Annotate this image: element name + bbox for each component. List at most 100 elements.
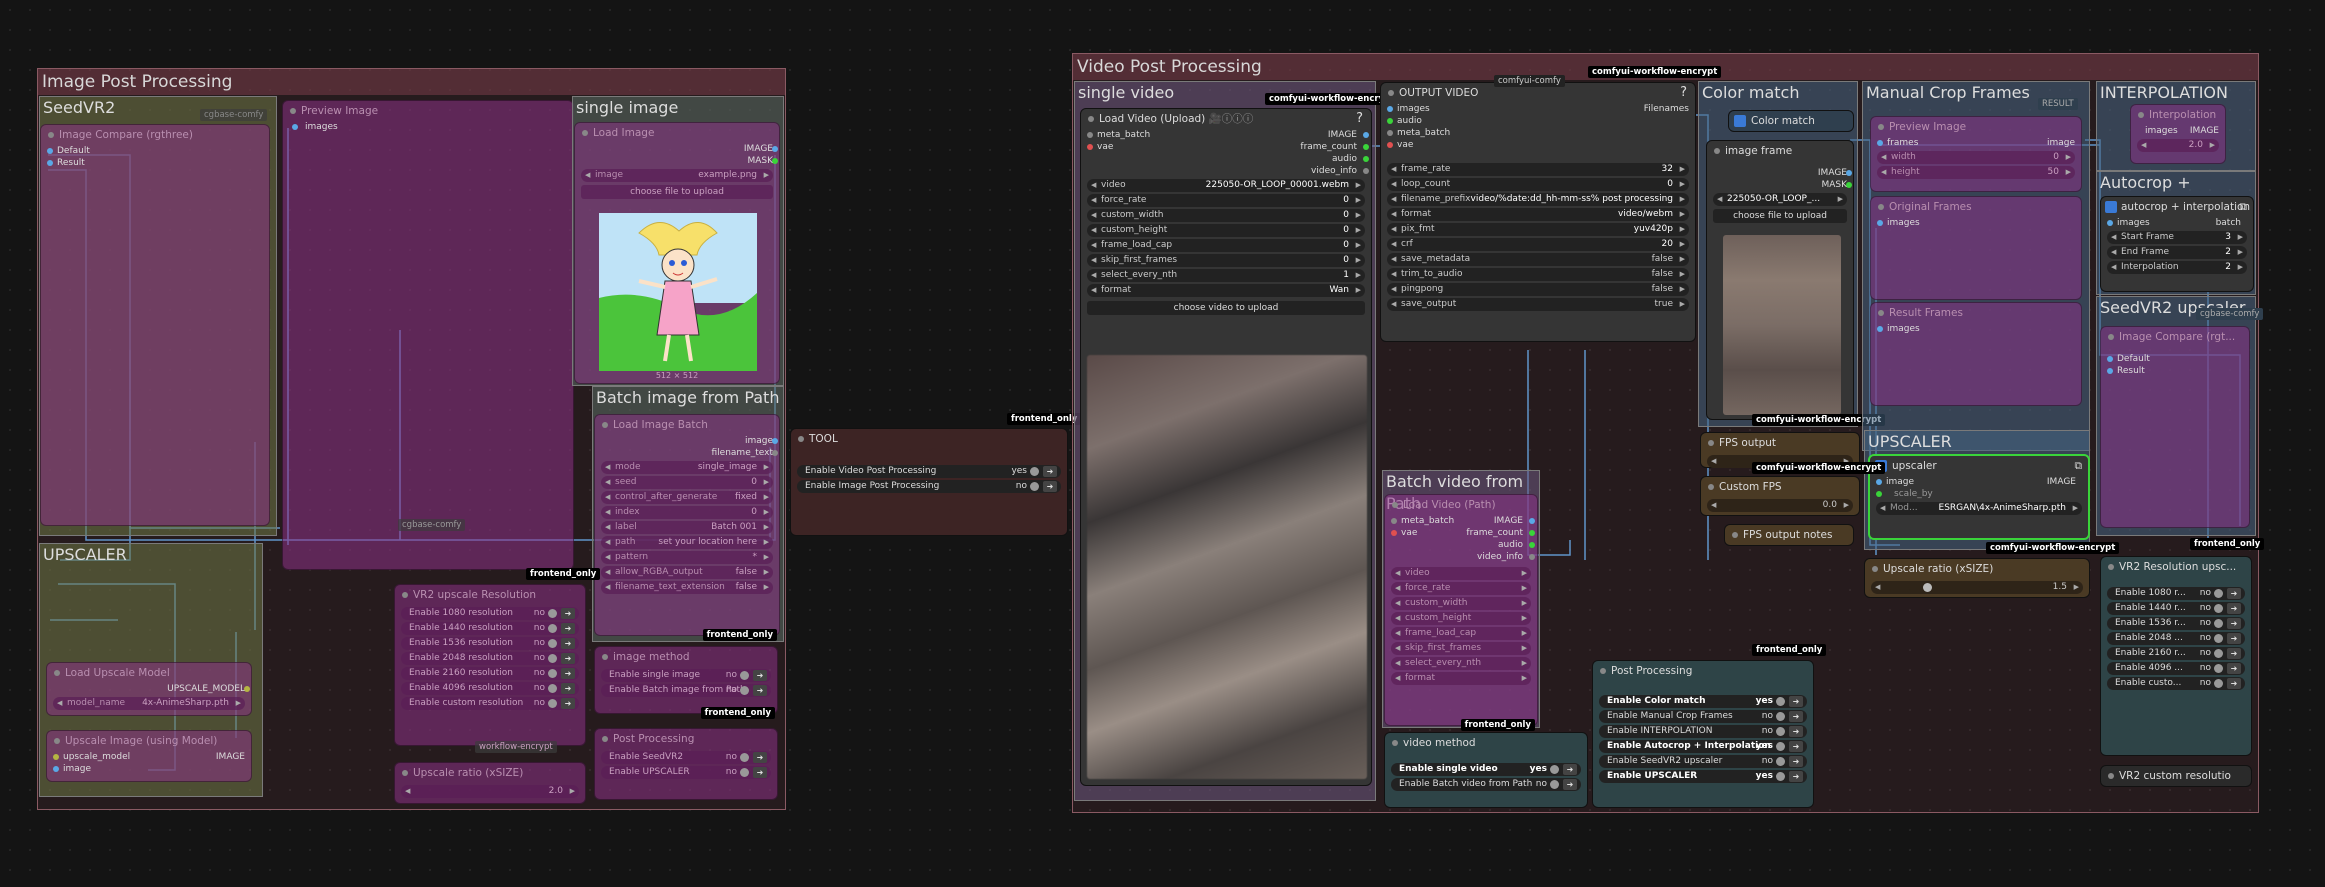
widget-row[interactable]: filename_text_extension false bbox=[601, 581, 773, 594]
port-dot[interactable] bbox=[292, 124, 298, 130]
slider-knob[interactable] bbox=[1923, 583, 1932, 592]
arrow-right-icon[interactable]: ➜ bbox=[753, 685, 767, 696]
port-row[interactable]: video_info bbox=[1466, 551, 1535, 563]
arrow-right-icon[interactable]: ➜ bbox=[561, 698, 575, 709]
port-dot[interactable] bbox=[1087, 132, 1093, 138]
output-filenames[interactable]: Filenames bbox=[1644, 103, 1689, 115]
widget-row[interactable]: force_rate bbox=[1391, 582, 1531, 595]
toggle-knob[interactable] bbox=[2214, 634, 2223, 643]
arrow-right-icon[interactable]: ➜ bbox=[1789, 696, 1803, 707]
port-dot[interactable] bbox=[1529, 518, 1535, 524]
toggle-row[interactable]: Enable Batch image from Path no ➜ bbox=[601, 684, 771, 697]
arrow-right-icon[interactable]: ➜ bbox=[1789, 756, 1803, 767]
input-result[interactable]: Result bbox=[2107, 365, 2243, 377]
node-image-frame[interactable]: image frame IMAGE MASK 225050-OR_LOOP_..… bbox=[1706, 140, 1854, 420]
arrow-right-icon[interactable]: ➜ bbox=[561, 653, 575, 664]
arrow-right-icon[interactable]: ➜ bbox=[1563, 764, 1577, 775]
input-scale-by[interactable]: scale_by bbox=[1876, 488, 2082, 500]
node-autocrop[interactable]: autocrop + interpolation⧉ images batch St… bbox=[2100, 196, 2254, 292]
widget-row[interactable]: select_every_nth bbox=[1391, 657, 1531, 670]
widget-row[interactable]: index 0 bbox=[601, 506, 773, 519]
widget-row[interactable]: label Batch 001 bbox=[601, 521, 773, 534]
port-dot[interactable] bbox=[2107, 368, 2113, 374]
node-upscale-ratio-video[interactable]: Upscale ratio (xSIZE) 1.5 bbox=[1864, 558, 2090, 598]
widget-row[interactable]: End Frame 2 bbox=[2107, 246, 2247, 259]
io-images[interactable]: images batch bbox=[2107, 217, 2247, 229]
widget-row[interactable]: custom_height 0 bbox=[1087, 224, 1365, 237]
arrow-right-icon[interactable]: ➜ bbox=[561, 623, 575, 634]
port-dot[interactable] bbox=[1363, 156, 1369, 162]
toggle-knob[interactable] bbox=[2214, 619, 2223, 628]
node-image-post-processing[interactable]: Post Processing Enable SeedVR2 no ➜ Enable … bbox=[594, 728, 778, 800]
port-row[interactable]: IMAGE bbox=[1466, 515, 1535, 527]
toggle-row[interactable]: trim_to_audio false bbox=[1387, 268, 1689, 281]
widget-row[interactable]: skip_first_frames 0 bbox=[1087, 254, 1365, 267]
toggle-row[interactable]: Enable 2048 resolution no ➜ bbox=[401, 652, 579, 665]
node-video-method[interactable]: video method Enable single video yes ➜ Enab… bbox=[1384, 732, 1588, 808]
arrow-right-icon[interactable]: ➜ bbox=[1789, 771, 1803, 782]
toggle-knob[interactable] bbox=[1776, 757, 1785, 766]
widget-row[interactable]: custom_width bbox=[1391, 597, 1531, 610]
port-row[interactable]: vae bbox=[1387, 139, 1450, 151]
toggle-knob[interactable] bbox=[1550, 765, 1559, 774]
port-row[interactable]: IMAGE bbox=[1300, 129, 1369, 141]
toggle-row[interactable]: Enable INTERPOLATION no ➜ bbox=[1599, 725, 1807, 738]
toggle-row[interactable]: Enable SeedVR2 upscaler no ➜ bbox=[1599, 755, 1807, 768]
widget-row[interactable]: frame_load_cap bbox=[1391, 627, 1531, 640]
port-row[interactable]: frame_count bbox=[1300, 141, 1369, 153]
input-result[interactable]: Result bbox=[47, 157, 263, 169]
node-custom-fps[interactable]: Custom FPS 0.0 bbox=[1700, 476, 1860, 516]
node-vr2-resolution-image[interactable]: VR2 upscale Resolution Enable 1080 resol… bbox=[394, 584, 586, 753]
ratio-slider[interactable]: 1.5 bbox=[1871, 581, 2083, 594]
upload-file-button[interactable]: choose file to upload bbox=[1713, 209, 1847, 223]
node-upscaler[interactable]: upscaler ⧉ image IMAGE scale_by Mod... ESRG… bbox=[1868, 454, 2090, 540]
port-row[interactable]: audio bbox=[1300, 153, 1369, 165]
port-row[interactable]: audio bbox=[1387, 115, 1450, 127]
crop-height[interactable]: height50 bbox=[1877, 166, 2075, 179]
toggle-knob[interactable] bbox=[2214, 604, 2223, 613]
image-select[interactable]: imageexample.png bbox=[581, 169, 773, 182]
port-dot[interactable] bbox=[1391, 518, 1397, 524]
toggle-knob[interactable] bbox=[548, 609, 557, 618]
port-dot[interactable] bbox=[1387, 118, 1393, 124]
toggle-knob[interactable] bbox=[2214, 679, 2223, 688]
toggle-row[interactable]: Enable UPSCALER no ➜ bbox=[601, 766, 771, 779]
toggle-knob[interactable] bbox=[1776, 697, 1785, 706]
toggle-row[interactable]: save_output true bbox=[1387, 298, 1689, 311]
port-row[interactable]: video_info bbox=[1300, 165, 1369, 177]
input-default[interactable]: Default bbox=[2107, 353, 2243, 365]
widget-row[interactable]: format bbox=[1391, 672, 1531, 685]
port-dot[interactable] bbox=[1387, 130, 1393, 136]
upload-video-button[interactable]: choose video to upload bbox=[1087, 301, 1365, 315]
port-dot[interactable] bbox=[244, 686, 250, 692]
toggle-knob[interactable] bbox=[548, 624, 557, 633]
port-dot[interactable] bbox=[1529, 542, 1535, 548]
arrow-right-icon[interactable]: ➜ bbox=[561, 638, 575, 649]
widget-row[interactable]: pix_fmt yuv420p bbox=[1387, 223, 1689, 236]
input-upscale-model[interactable]: upscale_model IMAGE bbox=[53, 751, 245, 763]
output-filename[interactable]: filename_text bbox=[601, 447, 778, 459]
port-dot[interactable] bbox=[1529, 554, 1535, 560]
arrow-right-icon[interactable]: ➜ bbox=[1043, 481, 1057, 492]
arrow-right-icon[interactable]: ➜ bbox=[2227, 663, 2241, 674]
toggle-row[interactable]: Enable single image no ➜ bbox=[601, 669, 771, 682]
arrow-right-icon[interactable]: ➜ bbox=[1789, 711, 1803, 722]
port-dot[interactable] bbox=[772, 146, 778, 152]
toggle-row[interactable]: Enable 2160 resolution no ➜ bbox=[401, 667, 579, 680]
port-dot[interactable] bbox=[47, 148, 53, 154]
widget-row[interactable]: pattern * bbox=[601, 551, 773, 564]
widget-row[interactable]: custom_width 0 bbox=[1087, 209, 1365, 222]
node-vr2-resolution-video[interactable]: VR2 Resolution upsc... Enable 1080 r... n… bbox=[2100, 556, 2252, 756]
toggle-knob[interactable] bbox=[1776, 712, 1785, 721]
output-image[interactable]: IMAGE bbox=[1713, 167, 1852, 179]
input-images[interactable]: images bbox=[1877, 217, 2075, 229]
port-dot[interactable] bbox=[1877, 326, 1883, 332]
help-icon[interactable]: ? bbox=[1680, 85, 1687, 100]
toggle-row[interactable]: Enable SeedVR2 no ➜ bbox=[601, 751, 771, 764]
toggle-row[interactable]: Enable 2048 ... no ➜ bbox=[2107, 632, 2245, 645]
node-manual-crop-preview[interactable]: Preview Image frames image width0 height5… bbox=[1870, 116, 2082, 192]
toggle-knob[interactable] bbox=[1550, 780, 1559, 789]
output-mask[interactable]: MASK bbox=[581, 155, 778, 167]
widget-row[interactable]: skip_first_frames bbox=[1391, 642, 1531, 655]
toggle-knob[interactable] bbox=[548, 699, 557, 708]
